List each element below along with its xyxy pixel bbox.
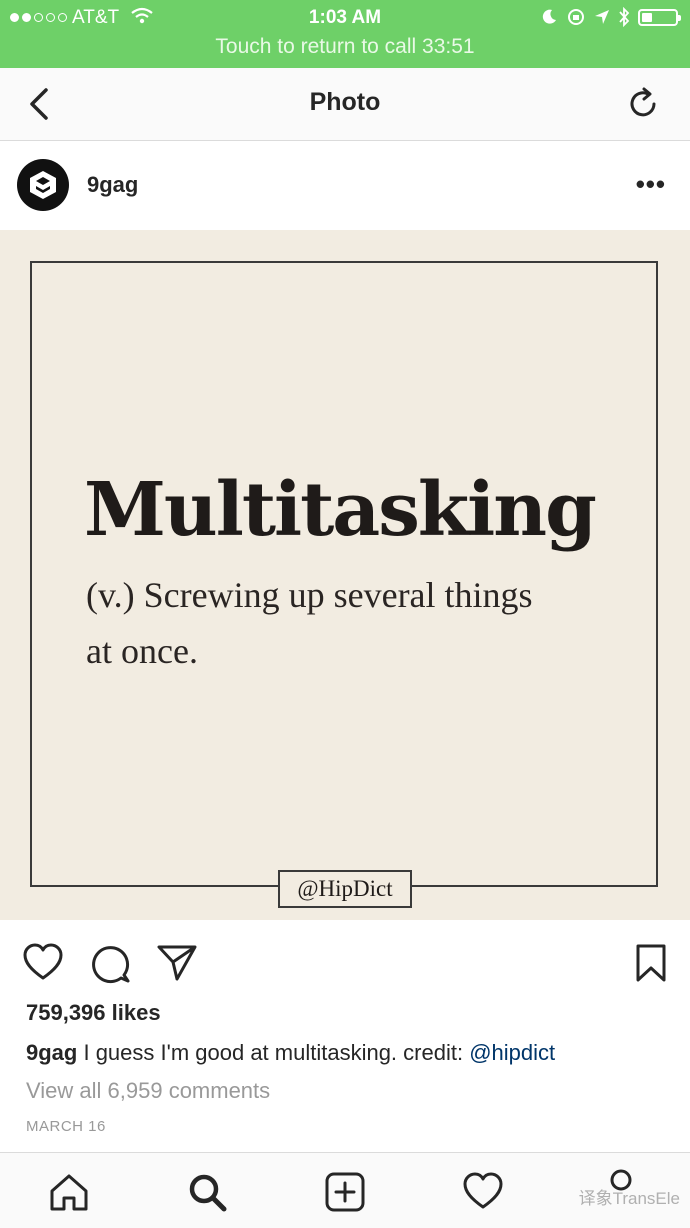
watermark: 译象TransEle	[578, 1189, 680, 1208]
post-username[interactable]: 9gag	[87, 172, 138, 198]
post-photo[interactable]: Multitasking (v.) Screwing up several th…	[0, 230, 690, 920]
navigation-bar: Photo	[0, 68, 690, 141]
photo-credit: @HipDict	[278, 870, 412, 908]
9gag-logo-icon	[30, 171, 56, 199]
activity-heart-icon[interactable]	[462, 1171, 504, 1213]
heart-icon[interactable]	[22, 942, 64, 984]
status-bar: AT&T 1:03 AM Touch to return to call 33:…	[0, 0, 690, 68]
search-icon[interactable]	[186, 1171, 228, 1213]
comment-icon[interactable]	[90, 942, 132, 984]
post-header: 9gag •••	[0, 141, 690, 230]
send-icon[interactable]	[156, 942, 198, 984]
caption-mention-link[interactable]: @hipdict	[469, 1040, 555, 1065]
caption-username[interactable]: 9gag	[26, 1040, 77, 1065]
view-all-comments-link[interactable]: View all 6,959 comments	[26, 1078, 270, 1104]
do-not-disturb-icon	[542, 9, 556, 24]
caption-text: I guess I'm good at multitasking. credit…	[77, 1040, 470, 1065]
location-icon	[595, 10, 609, 24]
post-actions	[0, 920, 690, 1000]
photo-definition-line2: at once.	[86, 631, 198, 671]
battery-icon	[638, 8, 681, 26]
home-icon[interactable]	[48, 1171, 90, 1213]
refresh-icon[interactable]	[626, 86, 662, 122]
photo-definition-line1: (v.) Screwing up several things	[86, 575, 533, 615]
post-date: MARCH 16	[26, 1118, 106, 1135]
add-post-icon[interactable]	[324, 1171, 366, 1213]
page-title: Photo	[309, 88, 381, 116]
bookmark-icon[interactable]	[630, 942, 672, 984]
more-horizontal-icon[interactable]: •••	[636, 169, 666, 200]
return-to-call-banner[interactable]: Touch to return to call 33:51	[0, 35, 690, 59]
like-count[interactable]: 759,396 likes	[26, 1000, 161, 1026]
orientation-lock-icon	[568, 9, 584, 25]
photo-headline: Multitasking	[84, 467, 597, 553]
post-caption: 9gag I guess I'm good at multitasking. c…	[26, 1040, 555, 1066]
bluetooth-icon	[619, 7, 630, 27]
avatar[interactable]	[17, 159, 69, 211]
